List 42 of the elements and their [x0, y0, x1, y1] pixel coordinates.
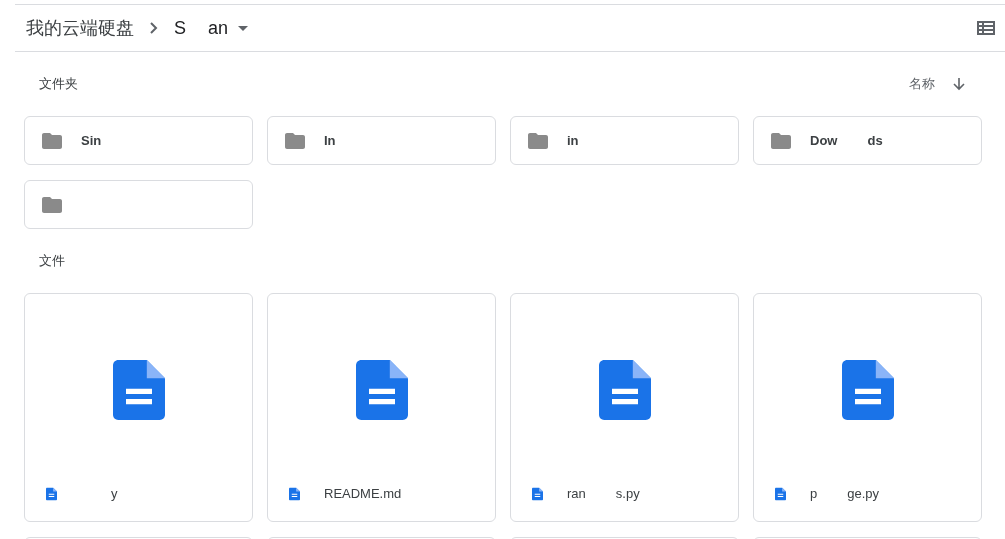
document-icon	[775, 487, 786, 501]
item-name: y	[111, 485, 118, 504]
folder-card[interactable]	[24, 180, 253, 229]
folder-icon	[771, 132, 791, 149]
document-icon	[598, 357, 651, 422]
item-name: README.md	[324, 485, 402, 504]
item-name: In	[324, 131, 336, 150]
item-name: ds	[867, 131, 883, 150]
item-name: p	[810, 485, 818, 504]
section-title: 文件	[39, 252, 65, 271]
folder-icon	[528, 132, 548, 149]
file-card[interactable]: ran s.py	[510, 293, 739, 522]
file-card[interactable]: p ge.py	[753, 293, 982, 522]
sort-button[interactable]: 名称	[909, 74, 965, 94]
document-icon	[289, 487, 300, 501]
list-view-icon[interactable]	[977, 21, 995, 35]
folder-card[interactable]: Dow ds	[753, 116, 982, 165]
folder-card[interactable]: Sin	[24, 116, 253, 165]
folder-icon	[42, 132, 62, 149]
arrow-down-icon	[953, 77, 965, 91]
folder-icon	[285, 132, 305, 149]
folder-card[interactable]: in	[510, 116, 739, 165]
folder-icon	[42, 196, 62, 213]
document-icon	[841, 357, 894, 422]
item-name: Sin	[81, 131, 102, 150]
item-name: s.py	[615, 485, 640, 504]
document-icon	[112, 357, 165, 422]
caret-icon	[238, 25, 249, 31]
section-title: 文件夹	[39, 75, 78, 94]
folder-menu-button[interactable]: S an	[174, 14, 249, 42]
document-icon	[46, 487, 57, 501]
item-name: Dow	[810, 131, 838, 150]
chevron-right-icon	[150, 22, 158, 34]
item-name: in	[567, 131, 579, 150]
breadcrumb-link[interactable]: 我的云端硬盘	[26, 14, 134, 42]
document-icon	[532, 487, 543, 501]
file-card[interactable]: y	[24, 293, 253, 522]
folder-card[interactable]: In	[267, 116, 496, 165]
document-icon	[355, 357, 408, 422]
item-name: ran	[567, 485, 586, 504]
file-card[interactable]: README.md	[267, 293, 496, 522]
item-name: ge.py	[847, 485, 880, 504]
